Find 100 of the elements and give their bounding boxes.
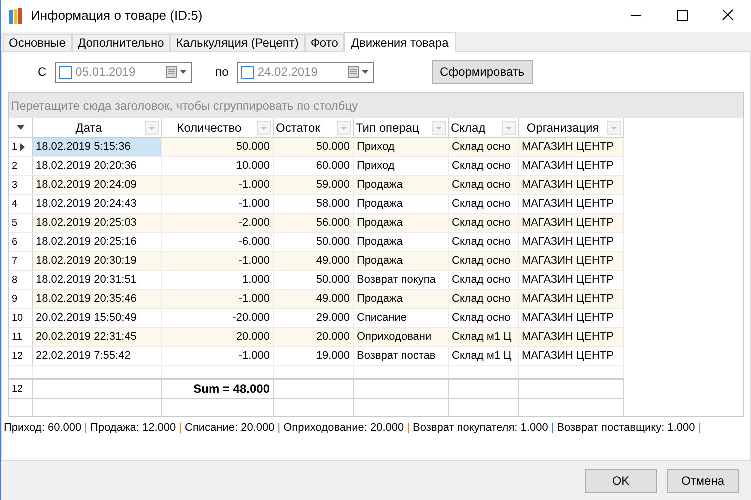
tab[interactable]: Движения товара bbox=[344, 32, 456, 52]
column-header[interactable]: Количество bbox=[177, 118, 242, 136]
separator: | bbox=[407, 420, 410, 436]
table-cell: 10.000 bbox=[162, 157, 274, 175]
table-cell: 18.02.2019 5:15:36 bbox=[33, 138, 162, 156]
table-cell: 20.000 bbox=[274, 328, 354, 346]
sum-total: Sum = 48.000 bbox=[194, 381, 270, 398]
row-number: 4 bbox=[12, 198, 18, 212]
table-cell: -1.000 bbox=[162, 290, 274, 308]
filter-dropdown-icon[interactable] bbox=[337, 120, 351, 134]
tab[interactable]: Калькуляция (Рецепт) bbox=[170, 34, 305, 51]
from-label: С bbox=[38, 64, 47, 81]
table-cell: Приход bbox=[354, 157, 449, 175]
table-cell: Приход bbox=[354, 138, 449, 156]
table-cell: 29.000 bbox=[274, 309, 354, 327]
row-number: 9 bbox=[12, 292, 18, 306]
table-cell: Склад осно bbox=[449, 252, 519, 270]
table-cell: 1.000 bbox=[162, 271, 274, 289]
table-cell: Продажа bbox=[354, 290, 449, 308]
table-cell: Склад м1 Ц bbox=[449, 347, 519, 365]
dialog-button[interactable]: OK bbox=[585, 468, 657, 492]
table-cell: 19.000 bbox=[274, 347, 354, 365]
table-cell: -20.000 bbox=[162, 309, 274, 327]
table-cell: -1.000 bbox=[162, 195, 274, 213]
row-number: 5 bbox=[12, 216, 18, 230]
table-cell: Оприходовани bbox=[354, 328, 449, 346]
table-cell: 60.000 bbox=[274, 157, 354, 175]
table-cell: 49.000 bbox=[274, 290, 354, 308]
column-header[interactable]: Склад bbox=[451, 118, 486, 136]
table-cell: Возврат постав bbox=[354, 347, 449, 365]
table-cell: Склад осно bbox=[449, 290, 519, 308]
filter-dropdown-icon[interactable] bbox=[502, 120, 516, 134]
summary-text: Возврат покупателя: 1.000 bbox=[412, 420, 548, 436]
table-cell: 49.000 bbox=[274, 252, 354, 270]
table-cell: -2.000 bbox=[162, 214, 274, 232]
row-number: 12 bbox=[12, 350, 24, 364]
table-cell: 50.000 bbox=[162, 138, 274, 156]
column-header[interactable]: Дата bbox=[76, 118, 102, 136]
separator: | bbox=[278, 420, 281, 436]
table-cell: Склад осно bbox=[449, 176, 519, 194]
summary-text: Приход: 60.000 bbox=[4, 420, 82, 436]
table-cell: 56.000 bbox=[274, 214, 354, 232]
table-cell: Склад осно bbox=[449, 214, 519, 232]
table-cell: Склад осно bbox=[449, 157, 519, 175]
table-cell: 20.000 bbox=[162, 328, 274, 346]
table-cell: Склад м1 Ц bbox=[449, 328, 519, 346]
table-cell: 50.000 bbox=[274, 138, 354, 156]
summary-text: Продажа: 12.000 bbox=[90, 420, 176, 436]
table-cell: Склад осно bbox=[449, 309, 519, 327]
table-cell: Продажа bbox=[354, 176, 449, 194]
tab[interactable]: Фото bbox=[304, 34, 344, 51]
table-cell: -1.000 bbox=[162, 347, 274, 365]
filter-dropdown-icon[interactable] bbox=[145, 120, 159, 134]
table-cell: -1.000 bbox=[162, 176, 274, 194]
row-number: 10 bbox=[12, 312, 24, 326]
row-number: 1 bbox=[12, 140, 18, 154]
table-cell: 58.000 bbox=[274, 195, 354, 213]
table-cell: Продажа bbox=[354, 233, 449, 251]
table-cell: Склад осно bbox=[449, 233, 519, 251]
row-number: 8 bbox=[12, 274, 18, 288]
separator: | bbox=[84, 420, 88, 436]
separator: | bbox=[698, 420, 702, 436]
table-cell: Склад осно bbox=[449, 195, 519, 213]
separator: | bbox=[179, 420, 182, 436]
dialog-button[interactable]: Отмена bbox=[667, 468, 739, 492]
checkbox[interactable] bbox=[58, 66, 72, 78]
table-cell: Продажа bbox=[354, 214, 449, 232]
filter-dropdown-icon[interactable] bbox=[607, 120, 621, 134]
triangle-down-icon[interactable] bbox=[16, 125, 24, 130]
table-cell: Склад осно bbox=[449, 138, 519, 156]
column-header[interactable]: Остаток bbox=[276, 118, 320, 136]
filter-dropdown-icon[interactable] bbox=[432, 120, 446, 134]
table-cell: -1.000 bbox=[162, 252, 274, 270]
window-title: Информация о товаре (ID:5) bbox=[31, 7, 203, 26]
filter-dropdown-icon[interactable] bbox=[257, 120, 271, 134]
row-number: 3 bbox=[12, 178, 18, 192]
tab[interactable]: Основные bbox=[3, 34, 72, 51]
table-cell: Списание bbox=[354, 309, 449, 327]
current-row-icon bbox=[20, 142, 25, 152]
row-count: 12 bbox=[12, 382, 24, 396]
table-cell: -6.000 bbox=[162, 233, 274, 251]
date-value: 05.01.2019 bbox=[76, 64, 136, 81]
column-header[interactable]: Тип операц bbox=[356, 118, 420, 136]
row-number: 11 bbox=[12, 330, 22, 344]
table-cell: Продажа bbox=[354, 252, 449, 270]
column-header[interactable]: Организация bbox=[526, 118, 600, 136]
table-cell: Склад осно bbox=[449, 271, 519, 289]
date-value: 24.02.2019 bbox=[258, 64, 318, 81]
row-number: 6 bbox=[12, 236, 18, 250]
separator: | bbox=[551, 420, 554, 436]
calendar-dropdown-icon[interactable] bbox=[166, 66, 188, 78]
tab[interactable]: Дополнительно bbox=[72, 34, 170, 51]
calendar-dropdown-icon[interactable] bbox=[348, 66, 370, 78]
generate-button[interactable]: Сформировать bbox=[432, 60, 533, 84]
to-label: по bbox=[216, 64, 229, 81]
row-number: 2 bbox=[12, 160, 18, 174]
summary-text: Возврат поставщику: 1.000 bbox=[557, 420, 696, 436]
checkbox[interactable] bbox=[240, 66, 254, 78]
summary-text: Оприходование: 20.000 bbox=[284, 420, 404, 436]
table-cell: 50.000 bbox=[274, 233, 354, 251]
